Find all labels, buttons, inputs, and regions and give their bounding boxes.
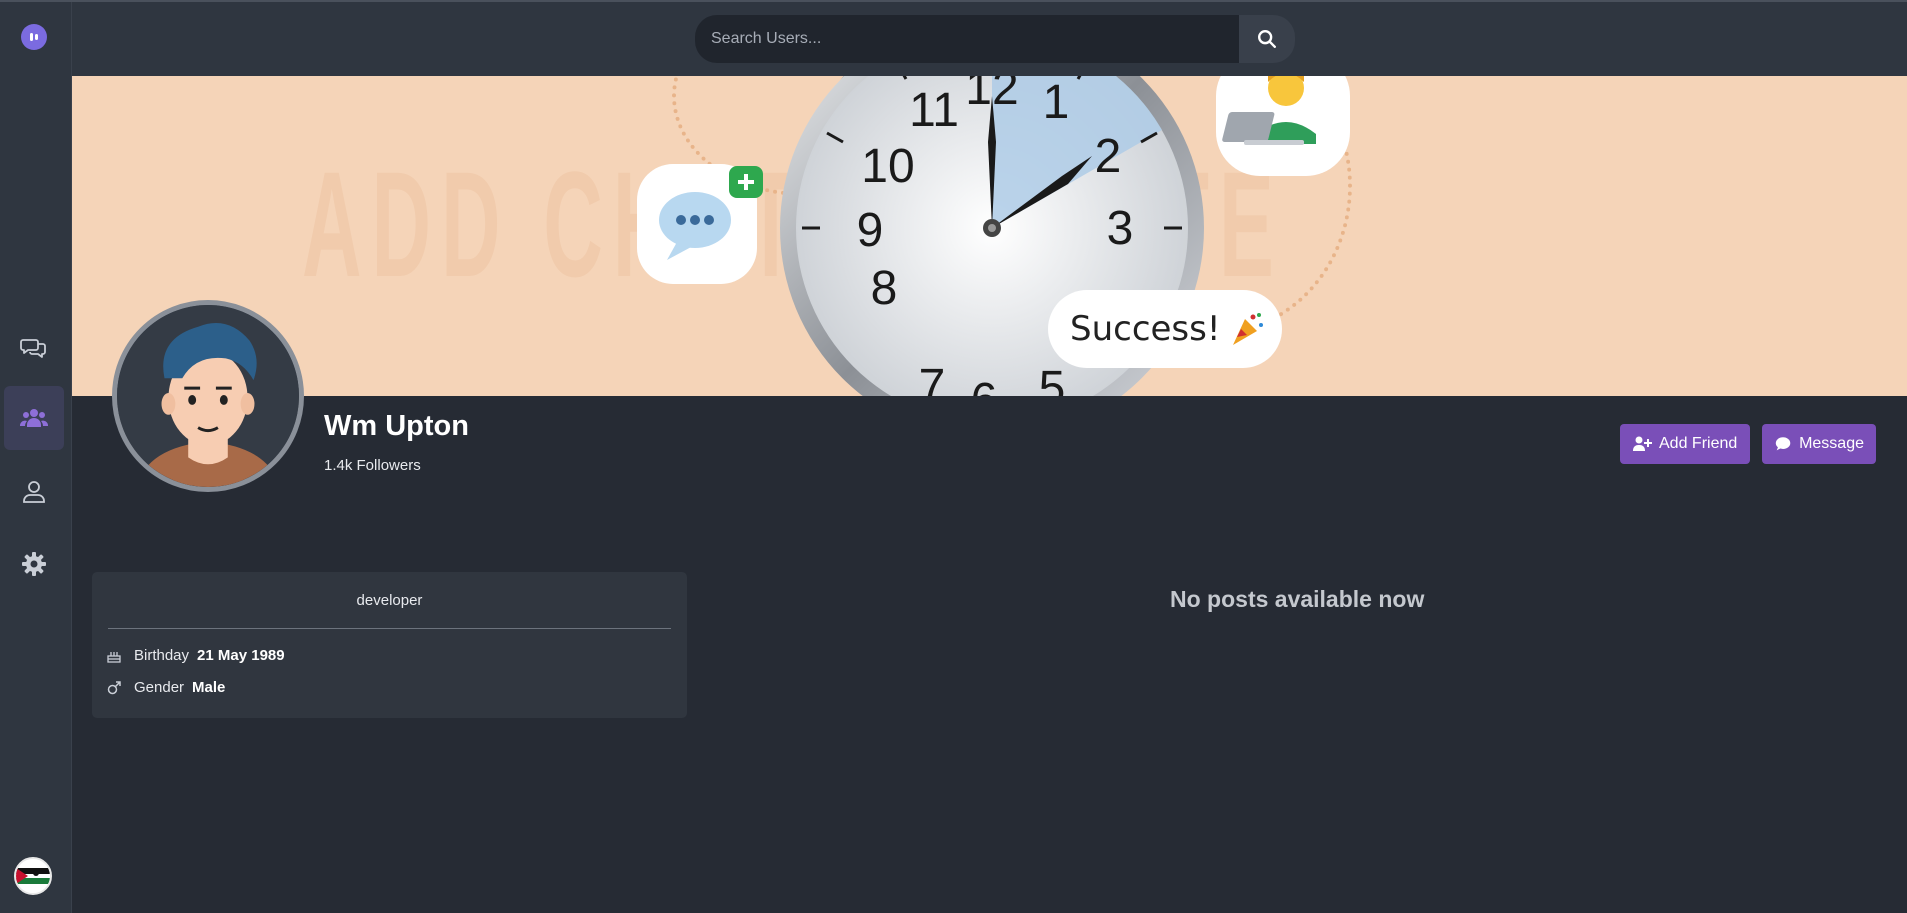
info-divider (108, 628, 671, 629)
profile-avatar (112, 300, 304, 492)
clock-number-2: 2 (1095, 130, 1122, 183)
message-label: Message (1799, 435, 1864, 452)
clock-number-6: 6 (971, 374, 998, 396)
clock-number-5: 5 (1039, 362, 1066, 396)
user-plus-icon (1633, 436, 1652, 451)
current-user-avatar[interactable] (14, 857, 52, 895)
clock-number-1: 1 (1043, 76, 1070, 129)
search-input[interactable] (695, 15, 1239, 63)
sidebar (0, 2, 72, 913)
male-symbol-icon (107, 680, 121, 694)
settings-icon (22, 552, 46, 576)
clock-number-10: 10 (861, 140, 914, 193)
developer-emoji-icon (1222, 76, 1316, 145)
add-friend-label: Add Friend (1659, 435, 1738, 452)
sidebar-item-friends[interactable] (4, 386, 64, 450)
clock-number-8: 8 (871, 262, 898, 315)
clock-number-9: 9 (857, 204, 884, 257)
profile-followers: 1.4k Followers (324, 457, 421, 474)
chat-bubble-card (637, 164, 763, 284)
sidebar-item-profile[interactable] (4, 460, 64, 524)
profile-icon (23, 481, 45, 503)
birthday-value: 21 May 1989 (197, 647, 285, 664)
search-button[interactable] (1239, 15, 1295, 63)
chat-icon (20, 339, 46, 358)
friends-icon (20, 409, 48, 427)
search-icon (1258, 30, 1276, 48)
birthday-row: Birthday 21 May 1989 (106, 647, 285, 664)
gender-value: Male (192, 679, 226, 696)
success-text: Success! (1070, 309, 1221, 349)
top-header (72, 2, 1907, 76)
add-friend-button[interactable]: Add Friend (1620, 424, 1750, 464)
clock-number-11: 11 (909, 84, 959, 137)
party-popper-icon (1232, 313, 1263, 345)
developer-card (1216, 76, 1350, 176)
plus-badge-icon (729, 166, 763, 198)
clock-number-3: 3 (1107, 202, 1134, 255)
profile-role: developer (356, 592, 423, 609)
profile-name: Wm Upton (324, 410, 469, 442)
sidebar-item-settings[interactable] (4, 532, 64, 596)
message-button[interactable]: Message (1762, 424, 1876, 464)
cover-banner: ADD CHAT WEBSITE (72, 76, 1907, 396)
empty-posts-message: No posts available now (1170, 586, 1425, 612)
gender-row: Gender Male (106, 679, 225, 696)
birthday-label: Birthday (134, 647, 190, 664)
profile-info-card: developer Birthday 21 May 1989 Gender Ma… (92, 572, 687, 718)
clock-number-7: 7 (919, 360, 946, 396)
gender-label: Gender (134, 679, 185, 696)
message-icon (1775, 437, 1791, 451)
success-pill: Success! (1048, 290, 1282, 368)
search-bar (695, 15, 1295, 63)
app-logo-icon[interactable] (21, 24, 47, 50)
sidebar-item-chats[interactable] (4, 316, 64, 380)
birthday-cake-icon (107, 651, 121, 663)
